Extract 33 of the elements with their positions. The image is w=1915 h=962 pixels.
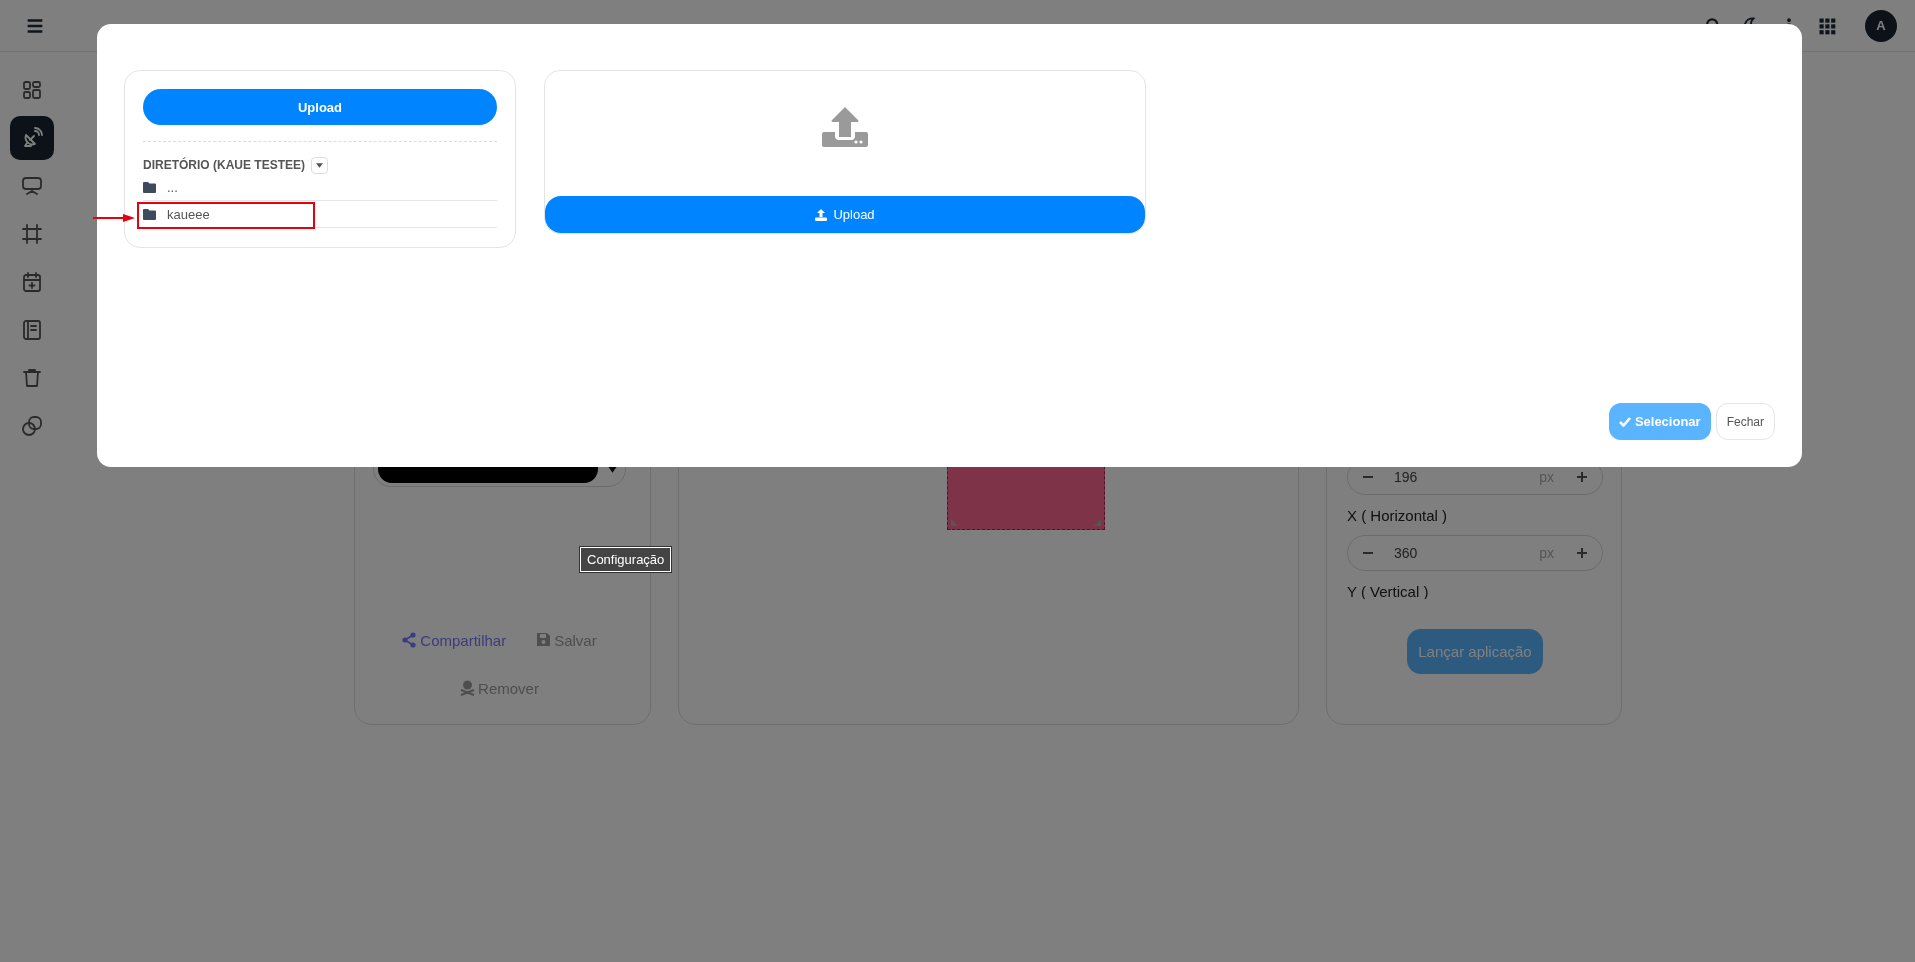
copy-icon (20, 414, 44, 438)
tooltip: Configuração (580, 547, 672, 572)
upload-button[interactable]: Upload (545, 196, 1145, 233)
sidebar-item[interactable] (10, 116, 54, 160)
book-icon (20, 318, 44, 342)
dashboard-icon (20, 78, 44, 102)
action-link[interactable]: Compartilhar (402, 630, 507, 650)
share-icon (402, 632, 418, 648)
folder-icon (143, 181, 156, 193)
folder-icon (143, 208, 156, 220)
dropdown-button[interactable] (311, 156, 328, 174)
caret-icon (316, 162, 323, 168)
calendar-plus-icon (20, 270, 44, 294)
monitor-icon (20, 174, 44, 198)
upload-button[interactable]: Upload (143, 89, 497, 125)
upload-icon (815, 208, 828, 221)
resize-handle-icon (1094, 519, 1101, 526)
directory-title: DIRETÓRIO (KAUE TESTEE) (143, 158, 305, 172)
plus-icon (1576, 547, 1588, 559)
trash-icon (20, 366, 44, 390)
check-icon (1618, 416, 1631, 427)
folder-item[interactable]: ... (143, 174, 497, 201)
folder-item[interactable]: kaueee (143, 201, 497, 228)
skull-crossbones-icon (460, 680, 476, 696)
frame-icon (20, 222, 44, 246)
resize-handle-icon (951, 519, 958, 526)
user-avatar[interactable]: A (1865, 9, 1897, 42)
annotation-arrow (93, 214, 135, 222)
plus-icon (1576, 471, 1588, 483)
launch-button[interactable]: Lançar aplicação (1407, 629, 1543, 674)
close-button[interactable]: Fechar (1715, 403, 1775, 440)
select-button[interactable]: Selecionar (1608, 403, 1711, 440)
field-label: X ( Horizontal ) (1347, 507, 1449, 525)
